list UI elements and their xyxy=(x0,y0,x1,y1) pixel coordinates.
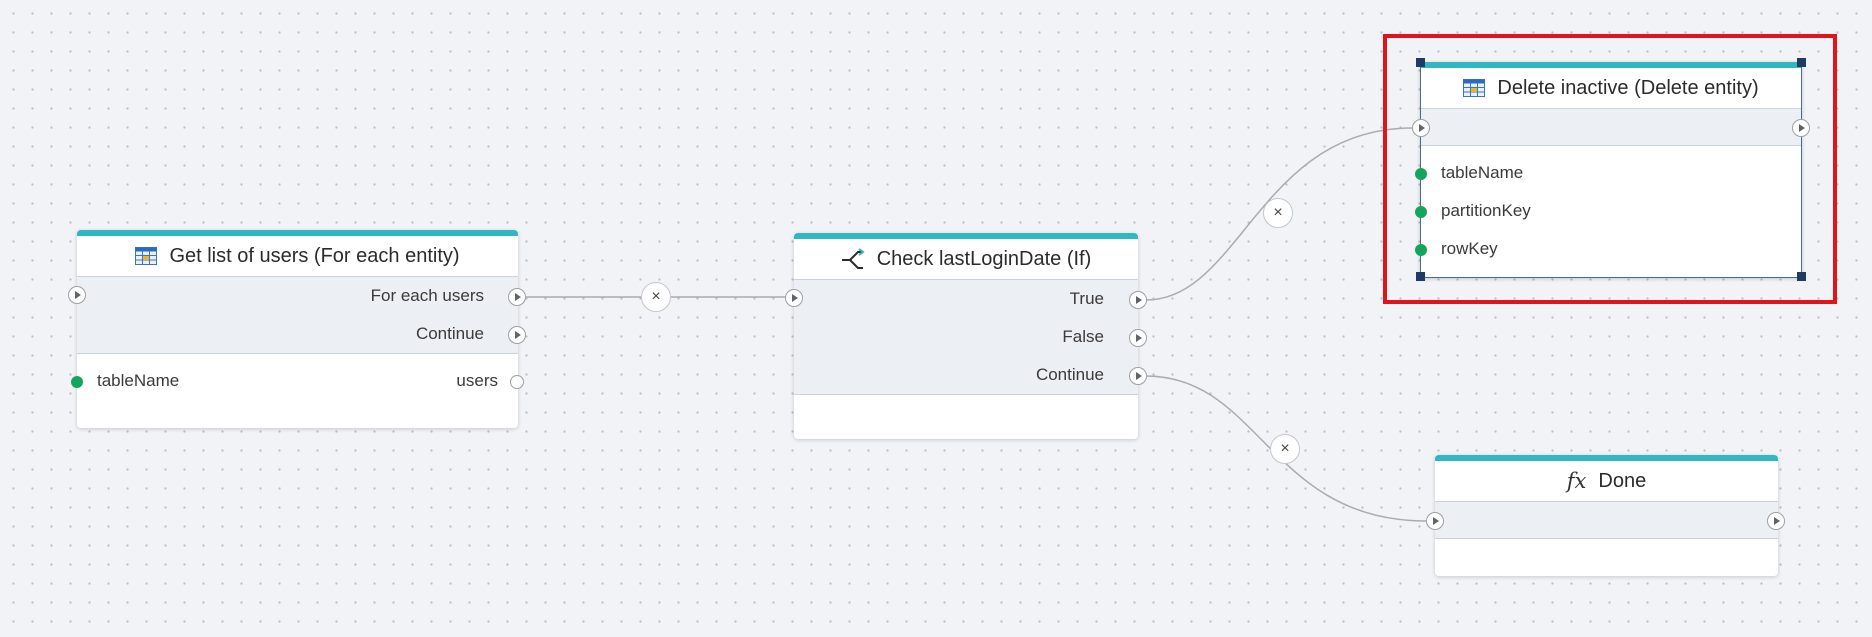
node-header: Get list of users (For each entity) xyxy=(77,236,518,277)
branch-icon xyxy=(841,248,865,270)
flow-band xyxy=(1435,502,1778,539)
output-label-continue: Continue xyxy=(1035,365,1104,384)
node-check-lastlogindate[interactable]: Check lastLoginDate (If) True False Cont… xyxy=(794,233,1138,439)
flow-canvas[interactable]: Get list of users (For each entity) For … xyxy=(0,0,1872,637)
node-header: fx Done xyxy=(1435,461,1778,502)
input-port[interactable] xyxy=(1426,512,1444,530)
output-port-false[interactable] xyxy=(1129,329,1147,347)
table-icon xyxy=(135,247,158,265)
remove-wire-button[interactable]: × xyxy=(1263,198,1293,228)
output-label-continue: Continue xyxy=(415,324,484,343)
remove-wire-button[interactable]: × xyxy=(641,282,671,312)
output-port-continue[interactable] xyxy=(508,326,526,344)
input-port[interactable] xyxy=(785,289,803,307)
node-title: Get list of users (For each entity) xyxy=(169,244,460,267)
node-get-list-of-users[interactable]: Get list of users (For each entity) For … xyxy=(77,230,518,428)
input-port[interactable] xyxy=(68,286,86,304)
param-row: tableName users xyxy=(77,362,518,400)
node-title: Done xyxy=(1598,469,1647,492)
output-row: True xyxy=(794,280,1138,318)
node-title: Check lastLoginDate (If) xyxy=(876,247,1092,270)
output-port[interactable] xyxy=(1767,512,1785,530)
node-header: Check lastLoginDate (If) xyxy=(794,239,1138,280)
output-label-true: True xyxy=(1069,289,1104,308)
output-row: Continue xyxy=(794,356,1138,394)
output-port-true[interactable] xyxy=(1129,291,1147,309)
param-out-users: users xyxy=(456,371,498,390)
param-out-dot[interactable] xyxy=(510,375,524,389)
output-label-for-each-users: For each users xyxy=(370,286,484,305)
remove-wire-button[interactable]: × xyxy=(1270,434,1300,464)
output-band: True False Continue xyxy=(794,280,1138,395)
output-row: False xyxy=(794,318,1138,356)
fx-icon: fx xyxy=(1566,469,1587,493)
selection-highlight xyxy=(1383,34,1837,304)
output-band: For each users Continue xyxy=(77,277,518,354)
output-port-continue[interactable] xyxy=(1129,367,1147,385)
param-in-dot[interactable] xyxy=(71,376,83,388)
output-row: Continue xyxy=(77,315,518,353)
output-row: For each users xyxy=(77,277,518,315)
output-port-for-each-users[interactable] xyxy=(508,288,526,306)
param-tablename: tableName xyxy=(97,371,180,390)
node-done[interactable]: fx Done xyxy=(1435,455,1778,576)
output-label-false: False xyxy=(1062,327,1104,346)
